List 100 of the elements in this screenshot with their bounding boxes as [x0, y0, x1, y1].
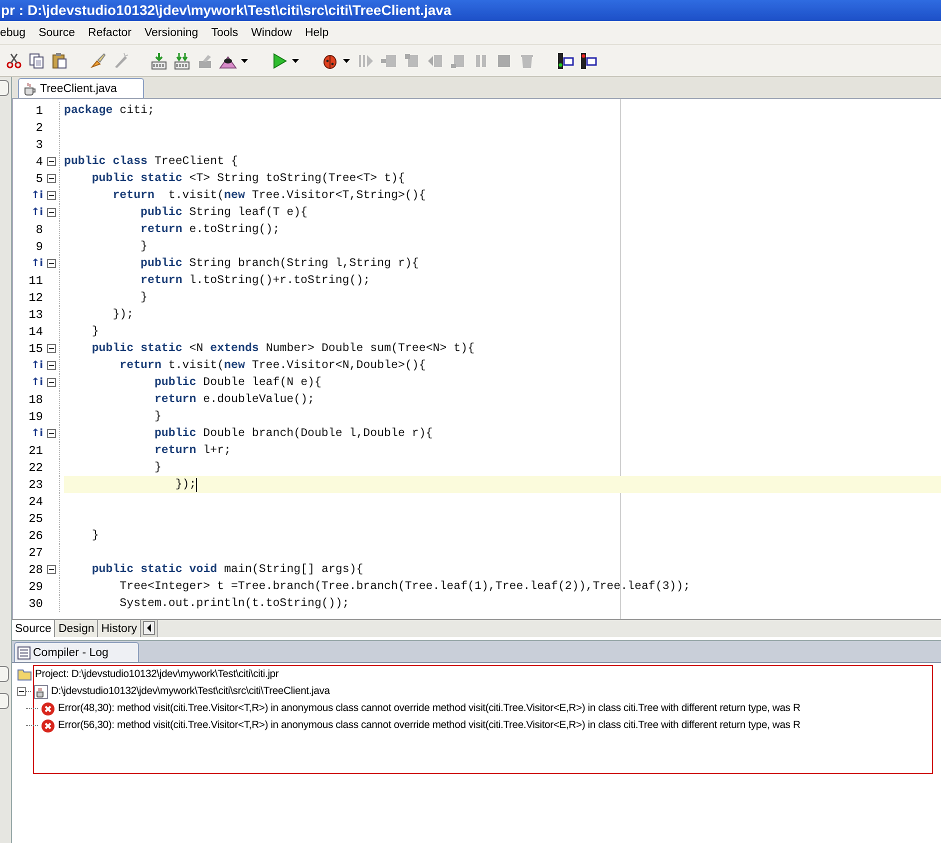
line-number: 19: [28, 410, 43, 424]
code-line: package citi;: [64, 104, 154, 117]
java-file-icon: [23, 82, 37, 96]
side-tab[interactable]: [0, 80, 9, 96]
code-line: }: [90, 325, 99, 338]
fold-toggle-icon[interactable]: [46, 429, 56, 438]
line-number: 11: [28, 274, 43, 288]
scroll-left-icon[interactable]: [143, 621, 156, 635]
fold-toggle-icon[interactable]: [46, 361, 56, 370]
override-marker[interactable]: ↑i: [31, 428, 43, 439]
code-line: public String leaf(T e){: [140, 206, 308, 219]
code-line: return e.doubleValue();: [153, 393, 314, 406]
java-file-icon: [34, 684, 48, 698]
error-icon: [41, 718, 55, 732]
line-number: 21: [28, 444, 43, 458]
line-number: 2: [36, 120, 43, 134]
code-line: public Double leaf(N e){: [153, 376, 322, 389]
line-number: 18: [28, 392, 43, 406]
view-tab[interactable]: Design: [55, 620, 98, 637]
line-number: 22: [28, 460, 43, 474]
line-number: 8: [36, 222, 43, 236]
code-line: });: [174, 478, 196, 491]
menu-item[interactable]: Refactor: [88, 26, 140, 38]
scissors-icon[interactable]: [5, 52, 23, 70]
log-icon: [17, 646, 31, 660]
fold-toggle-icon[interactable]: [46, 259, 56, 268]
copy-icon[interactable]: [28, 52, 46, 70]
menu-item[interactable]: Window: [251, 26, 300, 38]
fold-toggle-icon[interactable]: [46, 191, 56, 200]
error-icon: [41, 702, 55, 716]
code-line: }: [140, 240, 148, 253]
traffic-light-icon[interactable]: [579, 52, 597, 70]
collapse-toggle-icon[interactable]: [17, 687, 26, 696]
line-number: 12: [28, 290, 43, 304]
horizontal-scrollbar[interactable]: [157, 620, 941, 637]
code-line: return l.toString()+r.toString();: [140, 274, 370, 287]
code-line: public static void main(String[] args){: [90, 563, 364, 576]
brush-icon[interactable]: [89, 52, 107, 70]
paste-icon[interactable]: [51, 52, 69, 70]
menu-item[interactable]: ebug: [0, 26, 34, 38]
menu-item[interactable]: Source: [38, 26, 84, 38]
code-line: }: [153, 410, 162, 423]
download-binary-icon[interactable]: [173, 52, 191, 70]
line-number: 13: [28, 308, 43, 322]
caret-icon[interactable]: [343, 58, 350, 62]
download-binary-icon[interactable]: [150, 52, 168, 70]
line-number: 26: [28, 528, 43, 542]
code-line: public Double branch(Double l,Double r){: [153, 427, 433, 440]
code-line: return t.visit(new Tree.Visitor<N,Double>(){: [118, 359, 426, 372]
side-tab[interactable]: [0, 666, 9, 682]
window-title: pr : D:\jdevstudio10132\jdev\mywork\Test\citi\src\citi\TreeClient.java: [0, 0, 941, 21]
line-number: 27: [28, 546, 43, 560]
code-line: return l+r;: [153, 444, 231, 457]
line-number: 9: [36, 240, 43, 254]
line-number: 30: [28, 596, 43, 610]
view-tab[interactable]: History: [98, 620, 142, 637]
line-number: 24: [28, 494, 43, 508]
override-marker[interactable]: ↑i: [31, 207, 43, 218]
view-tab[interactable]: Source: [12, 620, 56, 637]
code-line: public static <N extends Number> Double sum(Tree<N> t){: [90, 342, 475, 355]
text-cursor: [196, 478, 198, 492]
code-line: }: [90, 529, 99, 542]
override-marker[interactable]: ↑i: [31, 190, 43, 201]
code-line: public class TreeClient {: [64, 155, 238, 168]
code-line: System.out.println(t.toString());: [118, 597, 350, 610]
override-marker[interactable]: ↑i: [31, 360, 43, 371]
traffic-light-icon[interactable]: [556, 52, 574, 70]
override-marker[interactable]: ↑i: [31, 258, 43, 269]
caret-icon[interactable]: [241, 58, 248, 62]
code-line: return t.visit(new Tree.Visitor<T,String>(){: [112, 189, 426, 202]
folder-icon: [17, 668, 32, 681]
line-number: 25: [28, 512, 43, 526]
file-tab[interactable]: TreeClient.java: [18, 78, 144, 98]
override-marker[interactable]: ↑i: [31, 377, 43, 388]
caret-icon[interactable]: [292, 58, 299, 62]
line-number: 28: [28, 562, 43, 576]
code-line: public String branch(String l,String r){: [140, 257, 419, 270]
error-message[interactable]: Error(48,30): method visit(citi.Tree.Visitor<T,R>) in anonymous class cannot override method visit(citi.Tree.Visitor<E,R>) in class citi.Tree with different return type, was R: [58, 703, 800, 714]
code-line: public static <T> String toString(Tree<T> t){: [90, 172, 405, 185]
fold-toggle-icon[interactable]: [46, 157, 56, 166]
fold-toggle-icon[interactable]: [46, 378, 56, 387]
line-number: 3: [36, 138, 43, 152]
fold-toggle-icon[interactable]: [46, 565, 56, 574]
line-number: 15: [28, 342, 43, 356]
fold-toggle-icon[interactable]: [46, 174, 56, 183]
line-number: 1: [36, 104, 43, 118]
menu-item[interactable]: Help: [304, 26, 337, 38]
log-tab[interactable]: Compiler - Log: [14, 642, 140, 662]
log-entry[interactable]: Project: D:\jdevstudio10132\jdev\mywork\Test\citi\citi.jpr: [35, 669, 279, 680]
fold-toggle-icon[interactable]: [46, 208, 56, 217]
code-line: }: [140, 291, 148, 304]
log-entry[interactable]: D:\jdevstudio10132\jdev\mywork\Test\citi\src\citi\TreeClient.java: [51, 686, 330, 697]
side-tab[interactable]: [0, 693, 9, 709]
menu-item[interactable]: Versioning: [144, 26, 206, 38]
menu-item[interactable]: Tools: [211, 26, 246, 38]
error-message[interactable]: Error(56,30): method visit(citi.Tree.Visitor<T,R>) in anonymous class cannot override method visit(citi.Tree.Visitor<E,R>) in class citi.Tree with different return type, was R: [58, 720, 800, 731]
code-line: }: [153, 461, 162, 474]
code-line: return e.toString();: [140, 223, 280, 236]
line-number: 5: [36, 172, 43, 186]
fold-toggle-icon[interactable]: [46, 344, 56, 353]
